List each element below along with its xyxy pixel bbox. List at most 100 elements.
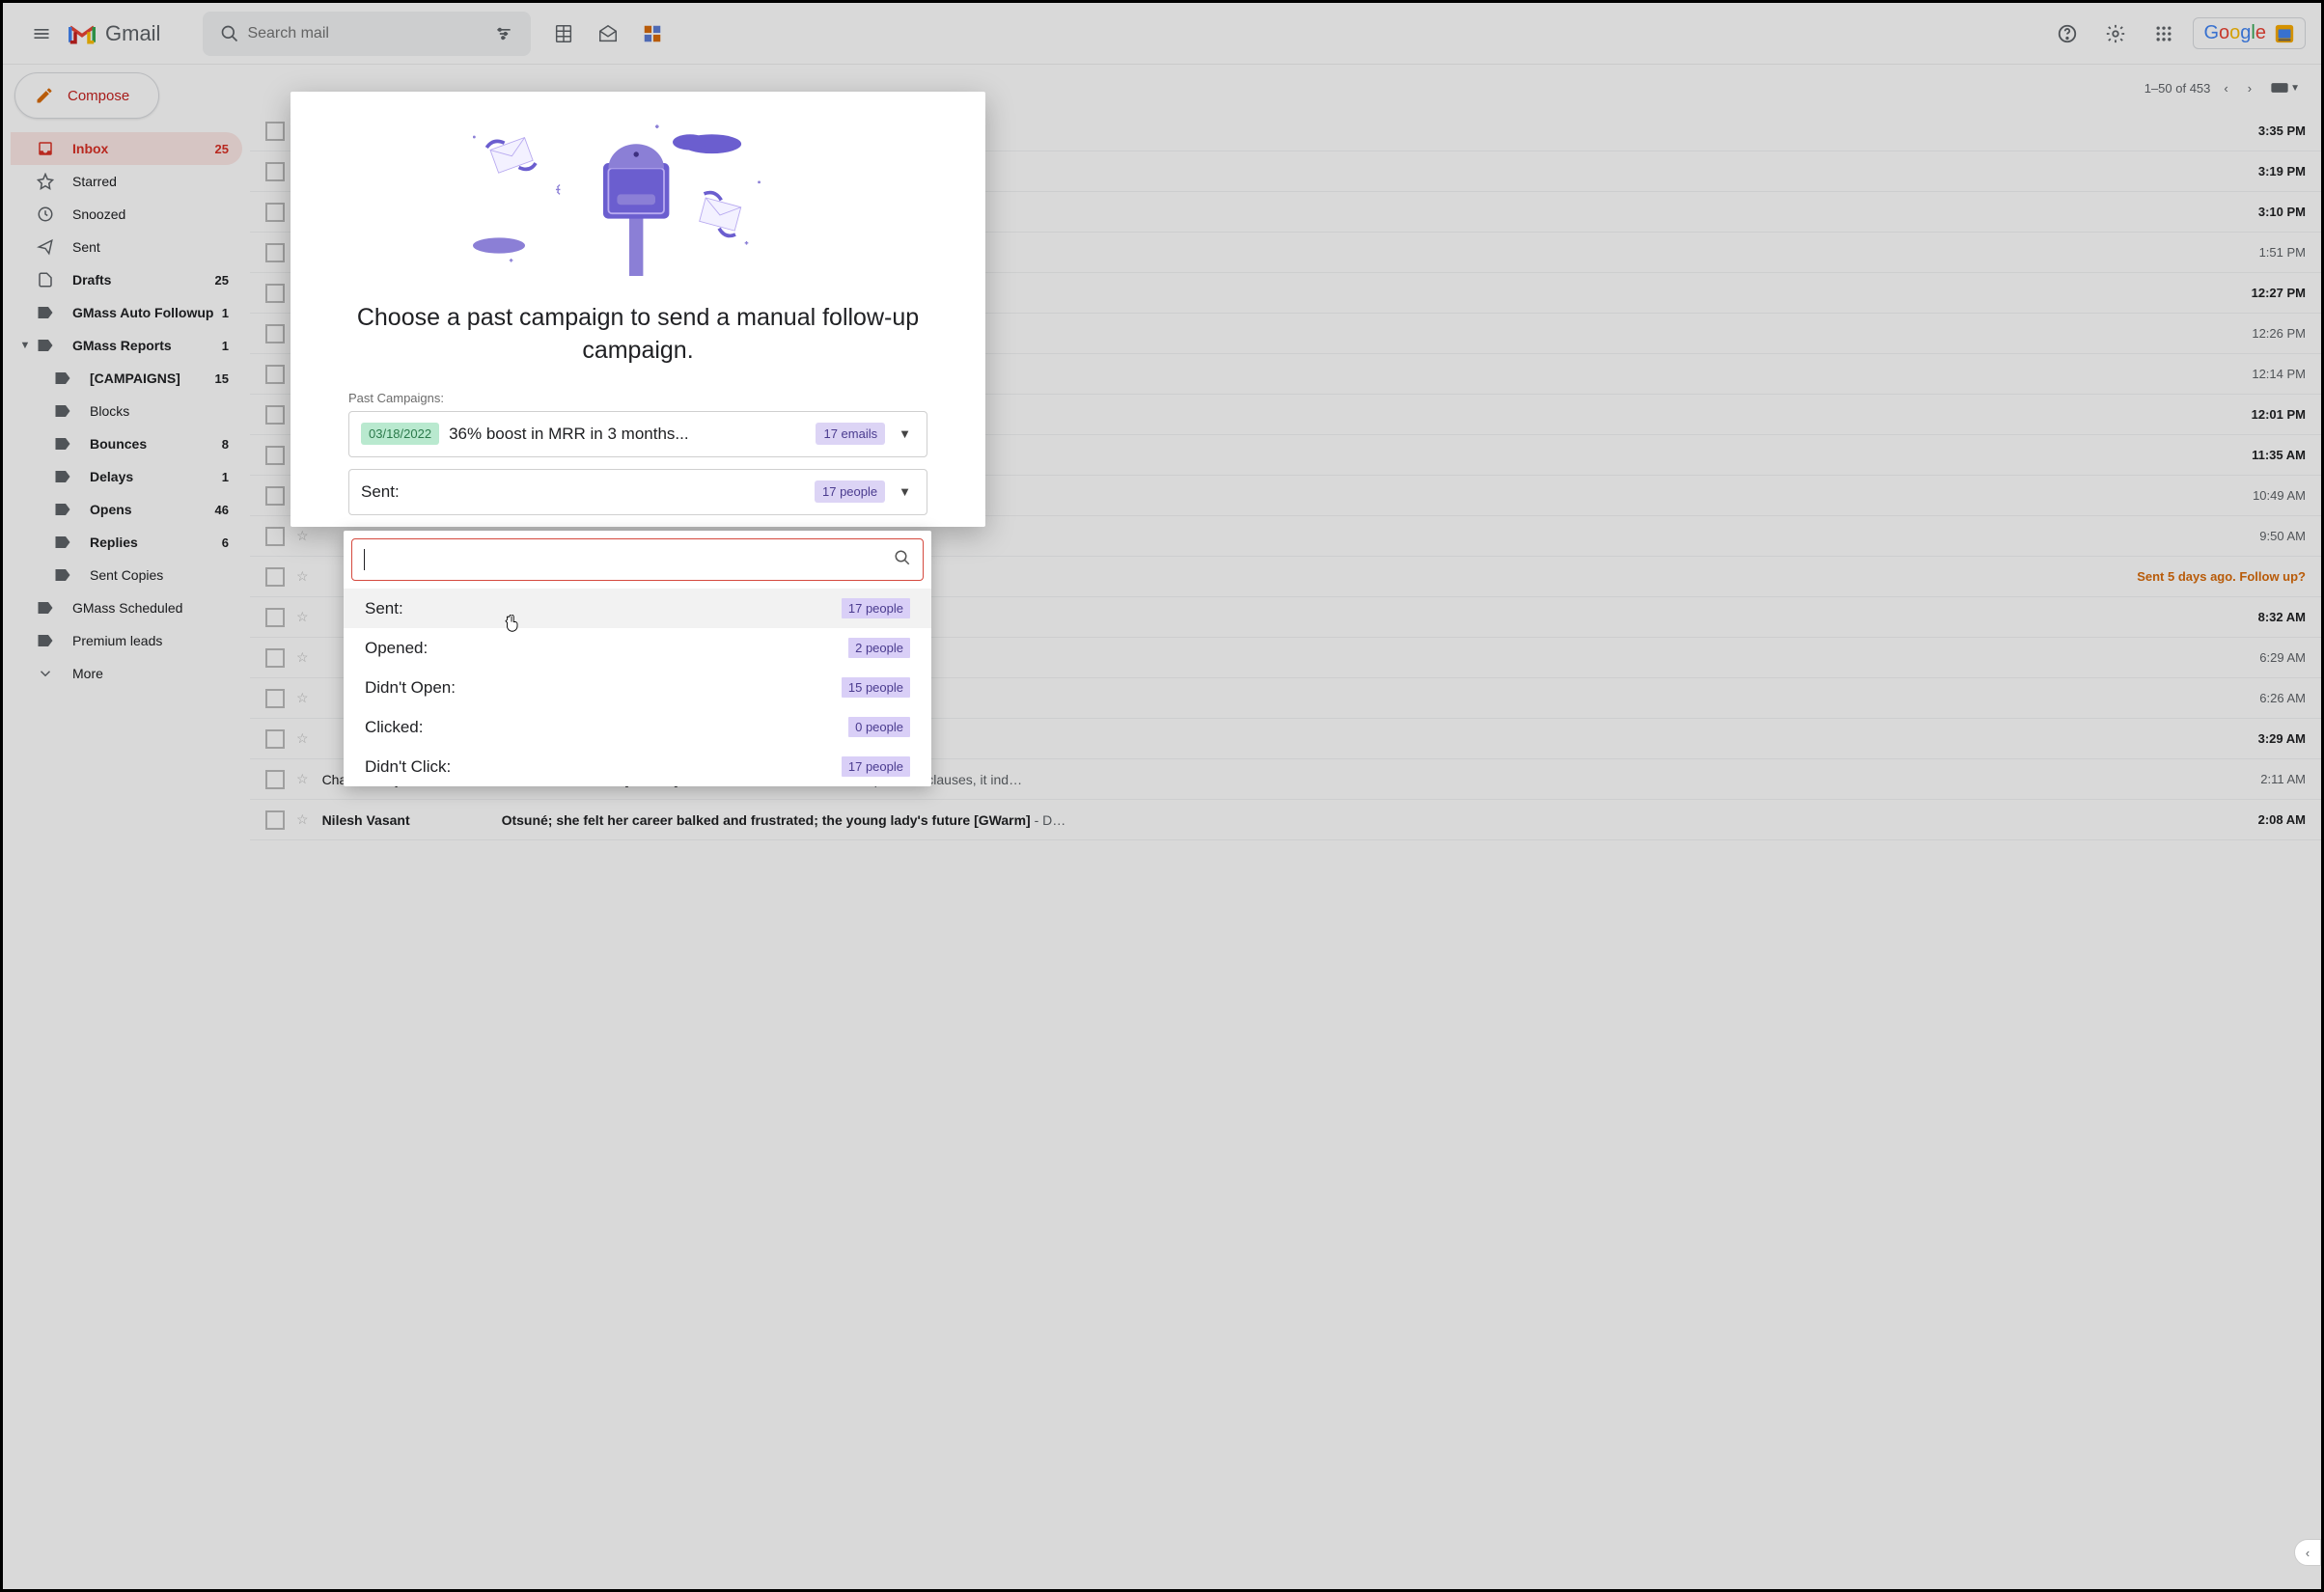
sidebar-item-bounces[interactable]: Bounces8: [11, 427, 242, 460]
star-icon[interactable]: ☆: [296, 649, 309, 666]
sidebar-item-opens[interactable]: Opens46: [11, 493, 242, 526]
sidebar-item-delays[interactable]: Delays1: [11, 460, 242, 493]
checkbox[interactable]: [265, 284, 285, 303]
checkbox[interactable]: [265, 203, 285, 222]
star-icon[interactable]: ☆: [296, 730, 309, 747]
star-icon[interactable]: ☆: [296, 690, 309, 706]
filter-option-clicked-[interactable]: Clicked:0 people: [344, 707, 931, 747]
checkbox[interactable]: [265, 770, 285, 789]
checkbox[interactable]: [265, 243, 285, 262]
sidebar-item-gmass-auto-followup[interactable]: GMass Auto Followup1: [11, 296, 242, 329]
nav-label: GMass Scheduled: [72, 600, 182, 616]
apps-grid-icon[interactable]: [2144, 14, 2183, 53]
sidebar-item-blocks[interactable]: Blocks: [11, 395, 242, 427]
campaign-count-pill: 17 emails: [816, 423, 885, 445]
search-icon[interactable]: [212, 16, 247, 51]
sidebar-item-starred[interactable]: Starred: [11, 165, 242, 198]
checkbox[interactable]: [265, 689, 285, 708]
checkbox[interactable]: [265, 405, 285, 425]
sidebar-item-premium-leads[interactable]: Premium leads: [11, 624, 242, 657]
filter-option-didn-t-click-[interactable]: Didn't Click:17 people: [344, 747, 931, 786]
email-time: 9:50 AM: [2228, 529, 2306, 543]
star-icon[interactable]: ☆: [296, 771, 309, 787]
spreadsheet-icon[interactable]: [544, 14, 583, 53]
label-icon: [53, 469, 72, 484]
email-time: 8:32 AM: [2228, 610, 2306, 624]
label-icon: [36, 600, 55, 616]
sidebar-item-more[interactable]: More: [11, 657, 242, 690]
filter-dropdown[interactable]: Sent: 17 people ▼: [348, 469, 927, 515]
search-input[interactable]: [247, 25, 486, 42]
star-icon[interactable]: ☆: [296, 609, 309, 625]
checkbox[interactable]: [265, 810, 285, 830]
label-icon: [53, 403, 72, 419]
option-label: Didn't Click:: [365, 757, 451, 777]
email-row[interactable]: ☆Nilesh VasantOtsuné; she felt her caree…: [250, 800, 2321, 840]
input-tools-icon[interactable]: ▼: [2265, 76, 2306, 99]
google-account-widget[interactable]: Google: [2193, 17, 2306, 49]
compose-button[interactable]: Compose: [14, 72, 159, 119]
prev-page-button[interactable]: ‹: [2218, 75, 2233, 101]
checkbox[interactable]: [265, 365, 285, 384]
send-icon: [36, 238, 55, 256]
search-options-icon[interactable]: [486, 16, 521, 51]
search-bar[interactable]: [203, 12, 531, 56]
checkbox[interactable]: [265, 608, 285, 627]
dropdown-search[interactable]: [351, 538, 924, 581]
mail-open-icon[interactable]: [589, 14, 627, 53]
nav-count: 46: [215, 503, 229, 517]
sidebar-item-sent-copies[interactable]: Sent Copies: [11, 559, 242, 591]
sidebar-item-gmass-reports[interactable]: ▼GMass Reports1: [11, 329, 242, 362]
sidebar-item-gmass-scheduled[interactable]: GMass Scheduled: [11, 591, 242, 624]
checkbox[interactable]: [265, 122, 285, 141]
checkbox[interactable]: [265, 486, 285, 506]
sidebar-item-drafts[interactable]: Drafts25: [11, 263, 242, 296]
checkbox[interactable]: [265, 162, 285, 181]
text-cursor: [364, 549, 365, 570]
nav-label: Starred: [72, 174, 117, 189]
email-time: 2:08 AM: [2228, 812, 2306, 827]
checkbox[interactable]: [265, 324, 285, 343]
filter-option-sent-[interactable]: Sent:17 people: [344, 589, 931, 628]
star-icon[interactable]: ☆: [296, 811, 309, 828]
next-page-button[interactable]: ›: [2242, 75, 2257, 101]
checkbox[interactable]: [265, 567, 285, 587]
gmail-logo[interactable]: Gmail: [69, 21, 160, 46]
star-icon[interactable]: ☆: [296, 568, 309, 585]
file-icon: [36, 271, 55, 288]
sidebar-item-replies[interactable]: Replies6: [11, 526, 242, 559]
sidebar-item-snoozed[interactable]: Snoozed: [11, 198, 242, 231]
nav-label: Drafts: [72, 272, 111, 288]
checkbox[interactable]: [265, 527, 285, 546]
option-count-pill: 2 people: [848, 638, 910, 658]
nav-count: 1: [222, 470, 229, 484]
grid-colored-icon[interactable]: [633, 14, 672, 53]
checkbox[interactable]: [265, 729, 285, 749]
sidebar-item-sent[interactable]: Sent: [11, 231, 242, 263]
option-count-pill: 15 people: [842, 677, 910, 698]
main-menu-button[interactable]: [18, 11, 65, 57]
followup-hint[interactable]: Sent 5 days ago. Follow up?: [2137, 569, 2306, 584]
filter-option-didn-t-open-[interactable]: Didn't Open:15 people: [344, 668, 931, 707]
settings-icon[interactable]: [2096, 14, 2135, 53]
email-time: 6:26 AM: [2228, 691, 2306, 705]
nav-label: Bounces: [90, 436, 147, 452]
help-icon[interactable]: [2048, 14, 2087, 53]
page-indicator: 1–50 of 453: [2144, 81, 2211, 96]
email-time: 1:51 PM: [2228, 245, 2306, 260]
campaign-dropdown[interactable]: 03/18/2022 36% boost in MRR in 3 months.…: [348, 411, 927, 457]
filter-option-opened-[interactable]: Opened:2 people: [344, 628, 931, 668]
star-icon: [36, 173, 55, 190]
email-time: 12:26 PM: [2228, 326, 2306, 341]
checkbox[interactable]: [265, 648, 285, 668]
star-icon[interactable]: ☆: [296, 528, 309, 544]
sidebar-item--campaigns-[interactable]: [CAMPAIGNS]15: [11, 362, 242, 395]
sidebar: Compose Inbox25 Starred Snoozed SentDrafts2…: [3, 65, 250, 1589]
side-panel-toggle[interactable]: ‹: [2294, 1539, 2321, 1566]
nav-count: 15: [215, 371, 229, 386]
sidebar-item-inbox[interactable]: Inbox25: [11, 132, 242, 165]
nav-label: Snoozed: [72, 206, 125, 222]
checkbox[interactable]: [265, 446, 285, 465]
label-icon: [53, 535, 72, 550]
email-time: 3:35 PM: [2228, 124, 2306, 138]
